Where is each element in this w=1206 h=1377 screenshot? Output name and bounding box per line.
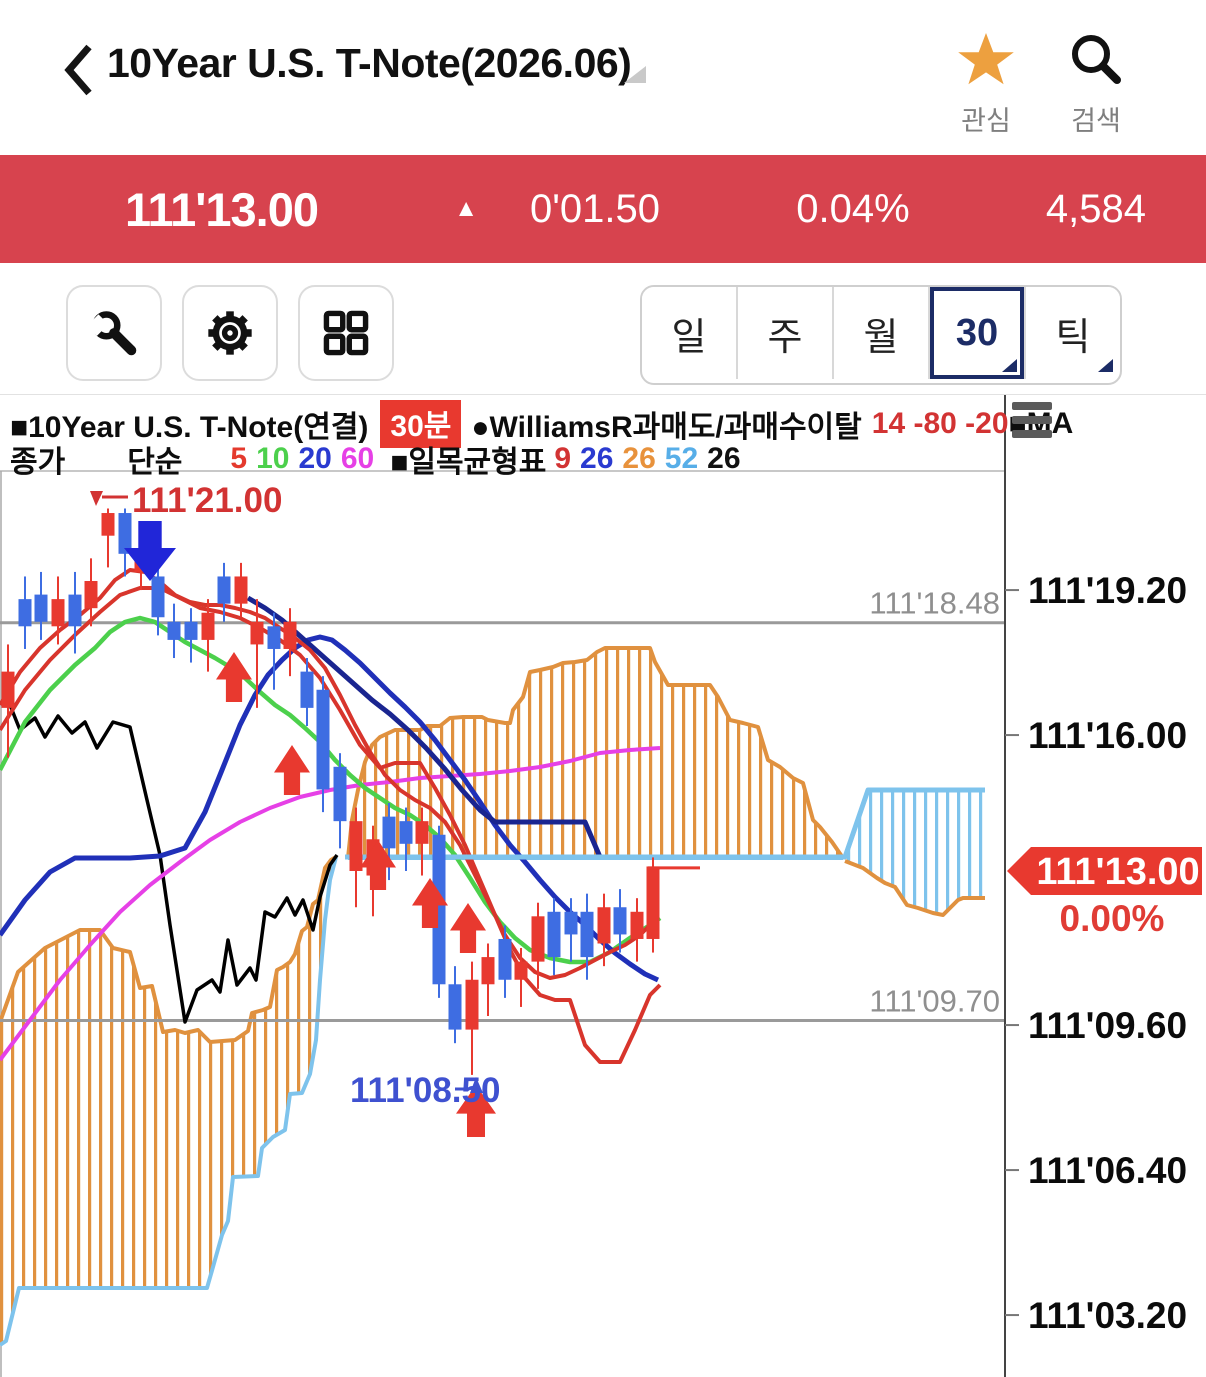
period-30min[interactable]: 30	[928, 287, 1024, 379]
period-tick[interactable]: 틱	[1024, 287, 1120, 379]
current-price-badge: 111'13.00 0.00%	[1007, 847, 1202, 939]
chart-toolbar: 일 주 월 30 틱	[0, 263, 1206, 395]
legend-type-label: 단순	[127, 446, 183, 479]
svg-text:111'09.60: 111'09.60	[1028, 1005, 1187, 1046]
period-month[interactable]: 월	[832, 287, 928, 379]
period-selector: 일 주 월 30 틱	[640, 285, 1122, 385]
current-price: 111'13.00	[125, 182, 319, 236]
page-title[interactable]: 10Year U.S. T-Note(2026.06)	[107, 40, 632, 87]
back-icon[interactable]	[62, 42, 96, 98]
svg-text:111'21.00: 111'21.00	[132, 481, 282, 520]
chart-legend-row2: 종가 단순 5 10 20 60 ■일목균형표 9 26 26 52 26	[10, 437, 741, 481]
svg-text:111'06.40: 111'06.40	[1028, 1150, 1187, 1191]
favorite-label: 관심	[961, 106, 1011, 136]
period-week[interactable]: 주	[736, 287, 832, 379]
gear-icon	[208, 311, 252, 355]
quote-bar: 111'13.00 ▲ 0'01.50 0.04% 4,584	[0, 155, 1206, 263]
dropdown-corner-icon	[1002, 359, 1017, 372]
search-icon	[1072, 35, 1121, 84]
favorite-button[interactable]: 관심	[948, 30, 1024, 138]
legend-indicator-params: 14 -80 -20	[871, 407, 1009, 440]
search-label: 검색	[1071, 106, 1121, 136]
layout-button[interactable]	[298, 285, 394, 381]
wrench-icon	[89, 311, 137, 356]
svg-text:111'19.20: 111'19.20	[1028, 570, 1187, 611]
title-dropdown-icon[interactable]	[624, 66, 646, 83]
ichimoku-clouds	[0, 646, 985, 1347]
up-arrow-icon	[274, 745, 310, 795]
change-percent: 0.04%	[796, 186, 910, 231]
legend-ichimoku-label: ■일목균형표	[390, 446, 547, 479]
app-header: 10Year U.S. T-Note(2026.06) 관심 검색	[0, 0, 1206, 155]
legend-close-label: 종가	[10, 446, 66, 479]
volume: 4,584	[1045, 186, 1146, 231]
legend-ma-periods: 5 10 20 60	[230, 442, 375, 475]
period-day[interactable]: 일	[642, 287, 736, 379]
chart-section: 111'18.48 111'09.70 111'21.00 111'08.50 111'…	[0, 395, 1206, 1377]
svg-text:111'09.70: 111'09.70	[869, 984, 1000, 1019]
search-button[interactable]: 검색	[1058, 30, 1134, 138]
tools-button[interactable]	[66, 285, 162, 381]
change-value: 0'01.50	[530, 186, 660, 231]
price-change: ▲ 0'01.50	[454, 187, 660, 232]
star-icon	[958, 33, 1014, 85]
hamburger-icon	[1012, 402, 1052, 410]
svg-text:111'18.48: 111'18.48	[869, 586, 1000, 621]
up-arrow-icon	[450, 903, 486, 953]
price-chart[interactable]: 111'18.48 111'09.70 111'21.00 111'08.50 111'…	[0, 395, 1206, 1377]
dropdown-corner-icon	[1098, 359, 1113, 372]
chart-menu-button[interactable]	[1012, 402, 1052, 444]
svg-text:111'16.00: 111'16.00	[1028, 715, 1187, 756]
svg-text:111'08.50: 111'08.50	[350, 1071, 500, 1110]
grid-icon	[323, 310, 369, 356]
legend-ichimoku-params: 9 26 26 52 26	[554, 442, 741, 475]
svg-text:0.00%: 0.00%	[1060, 898, 1165, 939]
svg-text:111'03.20: 111'03.20	[1028, 1295, 1187, 1336]
up-triangle-icon: ▲	[454, 195, 479, 222]
svg-text:111'13.00: 111'13.00	[1036, 851, 1199, 893]
settings-button[interactable]	[182, 285, 278, 381]
